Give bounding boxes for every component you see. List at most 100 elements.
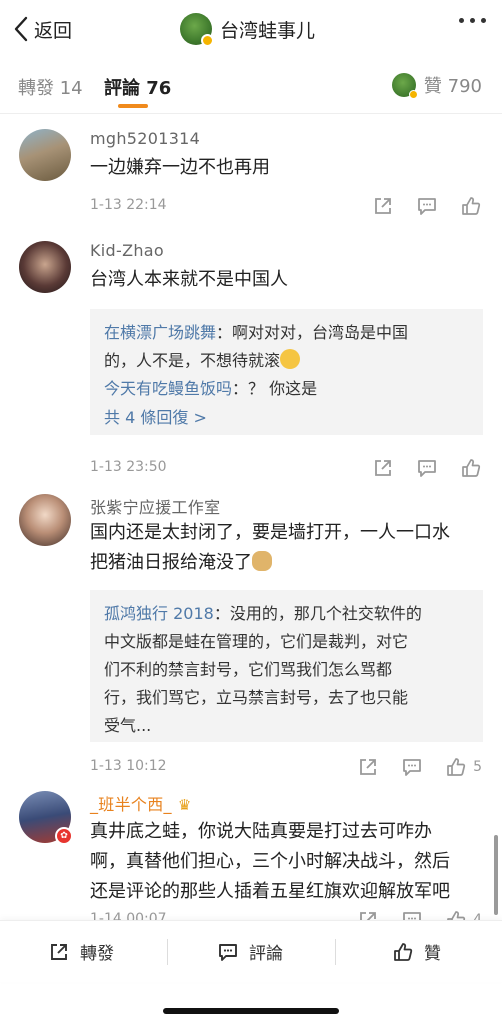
reply-username[interactable]: 今天有吃鳗鱼饭吗 — [104, 379, 232, 398]
comment-label: 評論 — [249, 944, 283, 964]
reply-text: ：？ 你这是 — [232, 379, 318, 398]
comment-icon — [418, 198, 436, 215]
tab-comments[interactable]: 評論 76 — [104, 74, 171, 100]
like-button[interactable]: 5 — [445, 756, 482, 778]
comment-text: 一边嫌弃一边不也再用 — [90, 157, 270, 178]
share-icon — [375, 198, 391, 214]
reply-line: 中文版都是蛙在管理的，它们是裁判，对它 — [104, 632, 409, 651]
more-dot-icon — [481, 18, 486, 23]
view-all-replies-link[interactable]: 共 4 條回復 > — [104, 403, 469, 433]
verified-badge-icon — [201, 34, 214, 47]
more-options-button[interactable] — [459, 18, 486, 23]
comment-text-line: 把猪油日报给淹没了 — [90, 548, 490, 578]
comment-text: 真井底之蛙，你说大陆真要是打过去可咋办 啊，真替他们担心，三个小时解决战斗，然后… — [90, 817, 490, 907]
avatar[interactable] — [19, 241, 71, 293]
comment-text-line: 啊，真替他们担心，三个小时解决战斗，然后 — [90, 851, 450, 872]
avatar[interactable] — [19, 494, 71, 546]
thumbs-up-icon — [462, 459, 481, 477]
back-button[interactable]: 返回 — [12, 12, 72, 46]
comment-actions: 5 — [357, 756, 482, 778]
like-count: 5 — [473, 759, 482, 775]
username-text: _班半个西_ — [90, 795, 172, 814]
reply-preview-box[interactable]: 在横漂广场跳舞：啊对对对，台湾岛是中国 的，人不是，不想待就滚 今天有吃鳗鱼饭吗… — [90, 309, 483, 435]
reply-button[interactable] — [416, 457, 438, 479]
comment-text-line: 真井底之蛙，你说大陆真要是打过去可咋办 — [90, 821, 432, 842]
thumbs-up-icon — [447, 758, 466, 776]
crown-icon: ♛ — [177, 796, 192, 814]
comment-time: 1-13 23:50 — [90, 459, 167, 475]
tab-bar: 轉發 14 評論 76 贊 790 — [0, 58, 502, 114]
active-tab-indicator — [118, 104, 148, 108]
comment-meta: 1-14 00:07 4 — [90, 909, 490, 920]
reply-button[interactable] — [401, 909, 423, 920]
share-button[interactable] — [357, 756, 379, 778]
like-avatar-icon — [391, 73, 418, 99]
reply-username[interactable]: 在横漂广场跳舞 — [104, 323, 216, 342]
comment-text: 台湾人本来就不是中国人 — [90, 269, 288, 290]
comment-time: 1-13 22:14 — [90, 197, 167, 213]
comment-actions: 4 — [357, 909, 482, 920]
account-header[interactable]: 台湾蛙事儿 — [180, 12, 316, 47]
comment-text-line: 还是评论的那些人插着五星红旗欢迎解放军吧 — [90, 881, 450, 902]
like-label: 贊 — [424, 944, 441, 964]
share-icon — [360, 759, 376, 775]
account-avatar — [180, 13, 214, 47]
share-icon — [360, 912, 376, 920]
doge-emoji-icon — [252, 551, 272, 571]
thumbs-up-icon — [447, 911, 466, 920]
comment-time: 1-14 00:07 — [90, 911, 167, 920]
repost-label: 轉發 — [80, 944, 114, 964]
reply-button[interactable] — [401, 756, 423, 778]
like-button[interactable] — [460, 195, 482, 217]
comment-meta: 1-13 10:12 5 — [90, 756, 490, 780]
comment-icon — [219, 943, 237, 961]
comment-username[interactable]: Kid-Zhao — [90, 241, 164, 260]
comment-text-segment: 把猪油日报给淹没了 — [90, 552, 252, 573]
comment-list[interactable]: mgh5201314 一边嫌弃一边不也再用 1-13 22:14 Kid-Zha… — [0, 115, 502, 920]
reply-text: ：啊对对对，台湾岛是中国 — [216, 323, 409, 342]
tab-repost[interactable]: 轉發 14 — [18, 74, 83, 100]
verified-badge-icon — [408, 90, 418, 99]
page-title: 台湾蛙事儿 — [220, 19, 316, 42]
reply-preview-box[interactable]: 孤鸿独行 2018：没用的，那几个社交软件的 中文版都是蛙在管理的，它们是裁判，… — [90, 590, 483, 742]
reply-text: ：没用的，那几个社交软件的 — [213, 604, 422, 623]
share-icon — [51, 943, 67, 960]
comment-username[interactable]: mgh5201314 — [90, 129, 200, 148]
likes-count: 贊 790 — [423, 76, 482, 97]
bottom-toolbar: 轉發 評論 贊 — [0, 920, 502, 982]
share-button[interactable] — [372, 195, 394, 217]
avatar[interactable] — [19, 129, 71, 181]
comment-meta: 1-13 23:50 — [90, 457, 490, 481]
reply-line: 受气... — [104, 716, 152, 735]
vip-badge-icon: ✿ — [55, 827, 73, 845]
back-label: 返回 — [34, 19, 73, 42]
grin-emoji-icon — [280, 349, 301, 369]
thumbs-up-icon — [394, 942, 413, 961]
reply-line: 们不利的禁言封号，它们骂我们怎么骂都 — [104, 660, 393, 679]
more-dot-icon — [459, 18, 464, 23]
navigation-bar: 返回 台湾蛙事儿 — [0, 0, 502, 58]
repost-button[interactable]: 轉發 — [48, 939, 114, 964]
like-button[interactable]: 4 — [445, 909, 482, 920]
reply-line: 行，我们骂它，立马禁言封号，去了也只能 — [104, 688, 409, 707]
share-button[interactable] — [372, 457, 394, 479]
tab-likes[interactable]: 贊 790 — [391, 72, 482, 99]
comment-icon — [403, 912, 421, 920]
comment-button[interactable]: 評論 — [217, 939, 283, 964]
comment-time: 1-13 10:12 — [90, 758, 167, 774]
reply-username[interactable]: 孤鸿独行 2018 — [104, 604, 214, 623]
comment-username[interactable]: _班半个西_ ♛ — [90, 791, 192, 815]
like-button[interactable] — [460, 457, 482, 479]
more-dot-icon — [470, 18, 475, 23]
comment-icon — [403, 759, 421, 776]
comment-actions — [372, 195, 482, 217]
share-icon — [375, 460, 391, 476]
scrollbar[interactable] — [494, 835, 498, 915]
reply-button[interactable] — [416, 195, 438, 217]
share-button[interactable] — [357, 909, 379, 920]
home-indicator[interactable] — [163, 1008, 339, 1014]
comment-username[interactable]: 张紫宁应援工作室 — [90, 494, 220, 518]
like-button[interactable]: 贊 — [392, 939, 441, 964]
reply-line: 在横漂广场跳舞：啊对对对，台湾岛是中国 — [104, 319, 469, 347]
like-count: 4 — [473, 912, 482, 920]
